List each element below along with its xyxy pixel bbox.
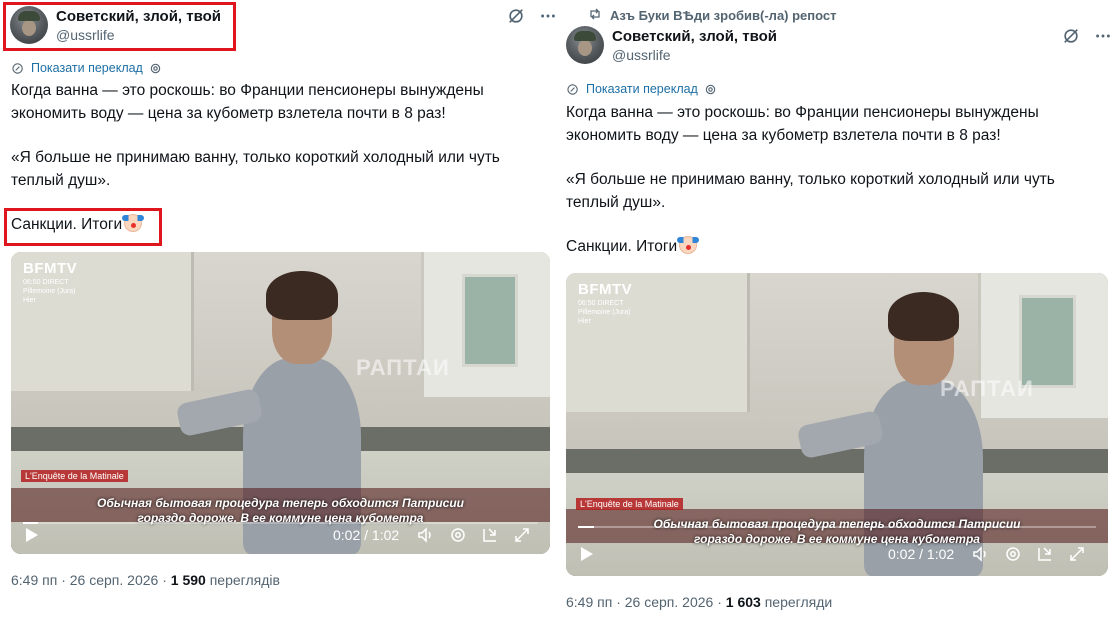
- tweet-paragraph-sanctions: Санкции. Итоги: [566, 236, 1096, 259]
- clown-emoji-icon: [677, 236, 700, 254]
- tweet-author[interactable]: Советский, злой, твой @ussrlife: [10, 6, 221, 44]
- views-label: перегляди: [764, 594, 833, 610]
- translate-gear-icon[interactable]: [704, 83, 717, 96]
- volume-icon[interactable]: [417, 526, 435, 544]
- views-label: переглядів: [209, 572, 280, 588]
- video-timecode: 0:02 / 1:02: [888, 546, 955, 562]
- play-icon[interactable]: [25, 527, 39, 543]
- highlight-box-sanctions: [4, 208, 162, 246]
- translate-label[interactable]: Показати переклад: [586, 82, 698, 96]
- views-count: 1 603: [725, 594, 761, 610]
- video-controls: 0:02 / 1:02: [11, 522, 550, 548]
- handle[interactable]: @ussrlife: [612, 46, 777, 64]
- avatar[interactable]: [10, 6, 48, 44]
- more-icon[interactable]: [1094, 27, 1112, 45]
- tweet-left: Советский, злой, твой @ussrlife Показати…: [0, 0, 556, 620]
- translate-gear-icon[interactable]: [149, 62, 162, 75]
- program-label: L'Enquête de la Matinale: [21, 470, 128, 482]
- video-watermark: РАПТАИ: [939, 376, 1034, 402]
- tweet-date[interactable]: 26 серп. 2026: [625, 594, 714, 610]
- video-player[interactable]: РАПТАИ BFMTV 06:50 DIRECT Pillemoine (Ju…: [566, 273, 1108, 576]
- handle[interactable]: @ussrlife: [56, 26, 221, 44]
- fullscreen-icon[interactable]: [1068, 545, 1086, 563]
- channel-time: 06:50 DIRECT: [578, 300, 624, 307]
- video-timecode: 0:02 / 1:02: [333, 527, 400, 543]
- settings-icon[interactable]: [449, 526, 467, 544]
- tweet-text: Когда ванна — это роскошь: во Франции пе…: [566, 102, 1096, 259]
- repost-label[interactable]: Азъ Буки ВѢди зробив(-ла) репост: [610, 8, 837, 23]
- tweet-meta: 6:49 пп · 26 серп. 2026 · 1 603 перегляд…: [566, 594, 833, 610]
- tweet-meta: 6:49 пп · 26 серп. 2026 · 1 590 перегляд…: [11, 572, 280, 588]
- channel-info: 06:50 DIRECT Pillemoine (Jura) Hier: [23, 278, 76, 305]
- show-translation[interactable]: Показати переклад: [567, 82, 717, 96]
- settings-icon[interactable]: [1004, 545, 1022, 563]
- repost-icon: [588, 7, 602, 24]
- channel-logo: BFMTV: [578, 281, 633, 298]
- video-progress-fill: [578, 526, 594, 528]
- tweet-paragraph: Когда ванна — это роскошь: во Франции пе…: [11, 82, 484, 122]
- show-translation[interactable]: Показати переклад: [12, 61, 162, 75]
- video-watermark: РАПТАИ: [355, 354, 450, 380]
- pip-icon[interactable]: [1036, 545, 1054, 563]
- program-label: L'Enquête de la Matinale: [576, 498, 683, 510]
- display-name[interactable]: Советский, злой, твой: [612, 27, 777, 46]
- tweet-time[interactable]: 6:49 пп: [11, 572, 57, 588]
- tweet-paragraph: «Я больше не принимаю ванну, только коро…: [566, 171, 1055, 211]
- sanctions-text: Санкции. Итоги: [566, 238, 678, 255]
- tweet-time[interactable]: 6:49 пп: [566, 594, 612, 610]
- channel-time: 06:50 DIRECT: [23, 279, 69, 286]
- video-progress[interactable]: [578, 526, 1096, 528]
- video-player[interactable]: РАПТАИ BFMTV 06:50 DIRECT Pillemoine (Ju…: [11, 252, 550, 554]
- tweet-actions-top: [1062, 27, 1112, 45]
- tweet-author[interactable]: Советский, злой, твой @ussrlife: [566, 26, 777, 64]
- tweet-paragraph: «Я больше не принимаю ванну, только коро…: [11, 149, 500, 189]
- play-icon[interactable]: [580, 546, 594, 562]
- tweet-date[interactable]: 26 серп. 2026: [70, 572, 159, 588]
- grok-icon[interactable]: [1062, 27, 1080, 45]
- translate-icon: [12, 62, 25, 75]
- display-name[interactable]: Советский, злой, твой: [56, 7, 221, 26]
- translate-label[interactable]: Показати переклад: [31, 61, 143, 75]
- channel-location: Pillemoine (Jura): [23, 288, 76, 295]
- views-count: 1 590: [170, 572, 206, 588]
- repost-banner[interactable]: Азъ Буки ВѢди зробив(-ла) репост: [588, 7, 837, 24]
- tweet-right: Азъ Буки ВѢди зробив(-ла) репост Советск…: [556, 0, 1118, 620]
- avatar[interactable]: [566, 26, 604, 64]
- pip-icon[interactable]: [481, 526, 499, 544]
- channel-logo: BFMTV: [23, 260, 78, 277]
- subtitle-line: Обычная бытовая процедура теперь обходит…: [653, 517, 1021, 531]
- translate-icon: [567, 83, 580, 96]
- volume-icon[interactable]: [972, 545, 990, 563]
- channel-info: 06:50 DIRECT Pillemoine (Jura) Hier: [578, 299, 631, 326]
- video-controls: 0:02 / 1:02: [566, 541, 1108, 567]
- more-icon[interactable]: [539, 7, 557, 25]
- tweet-paragraph: Когда ванна — это роскошь: во Франции пе…: [566, 104, 1039, 144]
- channel-location: Pillemoine (Jura): [578, 309, 631, 316]
- grok-icon[interactable]: [507, 7, 525, 25]
- channel-when: Hier: [578, 318, 591, 325]
- channel-when: Hier: [23, 297, 36, 304]
- subtitle-line: Обычная бытовая процедура теперь обходит…: [97, 496, 464, 510]
- fullscreen-icon[interactable]: [513, 526, 531, 544]
- tweet-actions-top: [507, 7, 557, 25]
